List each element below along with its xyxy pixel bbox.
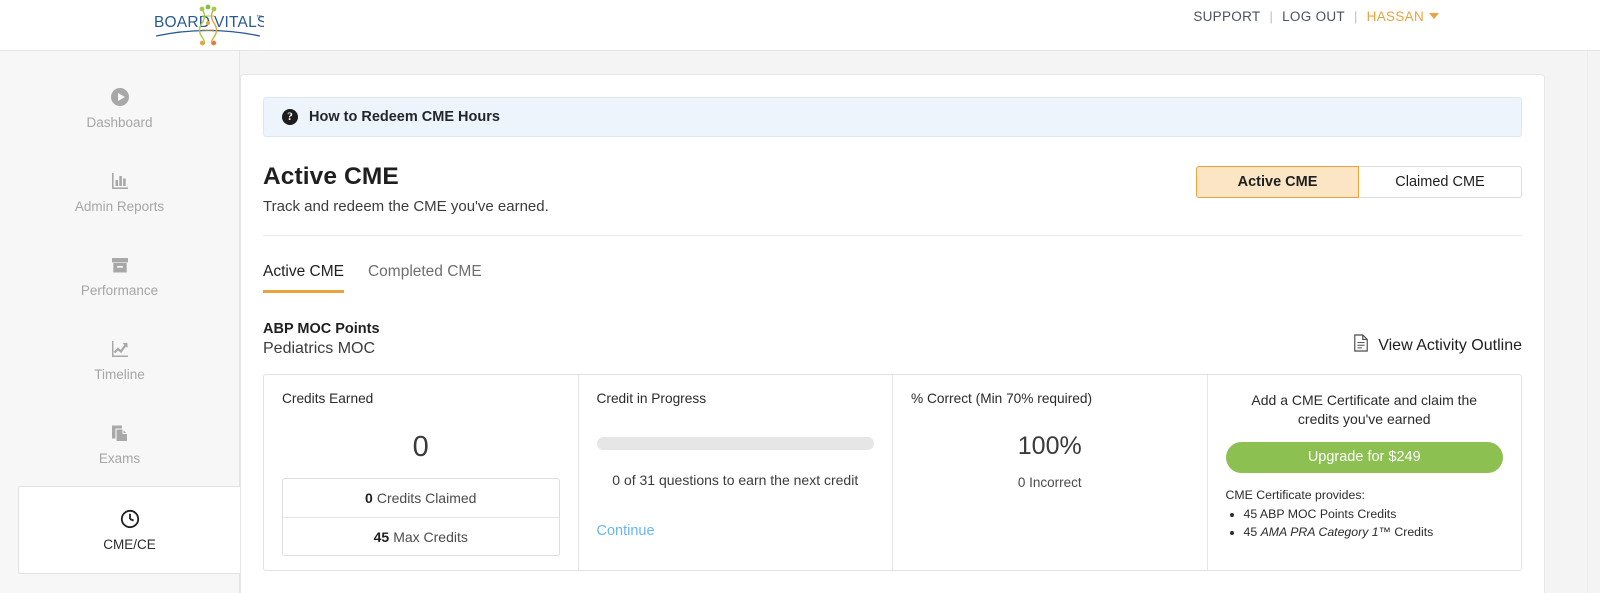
logo-svg: BOARD VITALS ™	[154, 4, 267, 46]
certificate-provides: CME Certificate provides: 45 ABP MOC Poi…	[1226, 488, 1504, 542]
page-subtitle: Track and redeem the CME you've earned.	[263, 198, 549, 215]
credit-progress-text: 0 of 31 questions to earn the next credi…	[612, 472, 859, 488]
sidebar-item-dashboard[interactable]: Dashboard	[0, 66, 239, 150]
nav-user-menu[interactable]: HASSAN	[1358, 9, 1448, 24]
view-activity-outline-link[interactable]: View Activity Outline	[1353, 334, 1522, 358]
clock-icon	[119, 508, 141, 530]
credits-claimed-label: Credits Claimed	[376, 490, 477, 506]
top-nav: SUPPORT | LOG OUT | HASSAN	[1184, 9, 1448, 24]
credits-claimed-value: 0	[365, 490, 373, 506]
upgrade-button[interactable]: Upgrade for $249	[1225, 441, 1503, 473]
bar-chart-icon	[109, 170, 131, 192]
vertical-scrollbar[interactable]	[1587, 51, 1600, 593]
toggle-claimed-cme[interactable]: Claimed CME	[1359, 166, 1522, 198]
list-item: 45 ABP MOC Points Credits	[1244, 505, 1504, 523]
sidebar: Dashboard Admin Reports Performance Time…	[0, 51, 240, 593]
document-outline-icon	[1353, 334, 1369, 357]
provides-item-suffix: ™ Credits	[1378, 525, 1434, 540]
sidebar-item-label: Timeline	[94, 367, 145, 382]
card-credit-in-progress: Credit in Progress 0 of 31 questions to …	[577, 375, 893, 570]
sidebar-item-admin-reports[interactable]: Admin Reports	[0, 150, 239, 234]
credit-progress-bar	[596, 437, 874, 450]
card-credits-earned: Credits Earned 0 0 Credits Claimed 45 Ma…	[264, 375, 578, 570]
page-title-block: Active CME Track and redeem the CME you'…	[263, 163, 549, 215]
credits-earned-value: 0	[412, 431, 429, 463]
credits-breakdown-box: 0 Credits Claimed 45 Max Credits	[282, 478, 560, 556]
sidebar-item-label: Exams	[98, 451, 141, 466]
credits-claimed-row: 0 Credits Claimed	[283, 479, 559, 517]
view-activity-outline-label: View Activity Outline	[1378, 336, 1522, 354]
nav-support[interactable]: SUPPORT	[1184, 9, 1269, 24]
chevron-down-icon	[1429, 13, 1439, 19]
toggle-active-cme[interactable]: Active CME	[1196, 166, 1359, 198]
certificate-provides-heading: CME Certificate provides:	[1225, 487, 1365, 502]
sidebar-item-timeline[interactable]: Timeline	[0, 318, 239, 402]
documents-icon	[109, 422, 131, 444]
max-credits-label: Max Credits	[393, 528, 468, 545]
page-title: Active CME	[263, 163, 399, 190]
sidebar-item-exams[interactable]: Exams	[0, 402, 239, 486]
provides-item-prefix: 45	[1243, 525, 1261, 540]
activity-program: Pediatrics MOC	[263, 340, 376, 357]
sidebar-item-performance[interactable]: Performance	[0, 234, 239, 318]
app-root: BOARD VITALS ™ SUPPORT | LOG OUT | HASSA…	[0, 0, 1600, 593]
trending-up-icon	[109, 338, 131, 360]
nav-log-out[interactable]: LOG OUT	[1273, 9, 1354, 24]
sidebar-item-label: Dashboard	[86, 115, 153, 130]
stat-cards: Credits Earned 0 0 Credits Claimed 45 Ma…	[263, 374, 1522, 571]
max-credits-value: 45	[373, 528, 390, 545]
credits-earned-heading: Credits Earned	[282, 391, 374, 406]
sidebar-item-cme-ce[interactable]: CME/CE	[18, 486, 240, 574]
tab-completed-cme[interactable]: Completed CME	[368, 263, 482, 293]
sidebar-item-label: Admin Reports	[74, 199, 165, 214]
activity-title-block: ABP MOC Points Pediatrics MOC	[263, 321, 380, 358]
upgrade-promo-text: Add a CME Certificate and claim the cred…	[1251, 392, 1478, 427]
svg-text:™: ™	[256, 14, 262, 21]
certificate-provides-list: 45 ABP MOC Points Credits 45 AMA PRA Cat…	[1244, 505, 1504, 542]
incorrect-count: 0 Incorrect	[1017, 475, 1082, 490]
card-upgrade: Add a CME Certificate and claim the cred…	[1206, 375, 1522, 570]
max-credits-row: 45 Max Credits	[283, 517, 559, 555]
archive-box-icon	[109, 254, 131, 276]
title-divider	[263, 235, 1522, 236]
question-mark-circle-icon: ?	[282, 109, 298, 125]
how-to-redeem-label: How to Redeem CME Hours	[309, 109, 500, 125]
list-item: 45 AMA PRA Category 1™ Credits	[1244, 523, 1504, 541]
percent-correct-value: 100%	[1017, 432, 1082, 460]
cme-tabs: Active CME Completed CME	[263, 263, 1522, 293]
provides-item-italic: AMA PRA Category 1	[1260, 525, 1379, 540]
top-bar: BOARD VITALS ™ SUPPORT | LOG OUT | HASSA…	[0, 0, 1600, 51]
how-to-redeem-banner[interactable]: ? How to Redeem CME Hours	[263, 97, 1522, 137]
percent-correct-heading: % Correct (Min 70% required)	[911, 391, 1093, 406]
page-title-row: Active CME Track and redeem the CME you'…	[263, 163, 1522, 215]
activity-header: ABP MOC Points Pediatrics MOC View Activ…	[263, 321, 1522, 358]
sidebar-item-label: CME/CE	[103, 537, 156, 552]
continue-link[interactable]: Continue	[597, 523, 655, 539]
provides-item-text: 45 ABP MOC Points Credits	[1243, 506, 1397, 521]
tab-active-cme[interactable]: Active CME	[263, 263, 344, 293]
boardvitals-logo[interactable]: BOARD VITALS ™	[152, 3, 267, 47]
cme-view-toggle: Active CME Claimed CME	[1196, 166, 1522, 198]
nav-user-label: HASSAN	[1366, 9, 1424, 24]
main-content: ? How to Redeem CME Hours Active CME Tra…	[240, 51, 1600, 593]
activity-name: ABP MOC Points	[263, 321, 380, 337]
credit-in-progress-heading: Credit in Progress	[596, 391, 707, 406]
card-percent-correct: % Correct (Min 70% required) 100% 0 Inco…	[892, 375, 1207, 570]
sidebar-list: Dashboard Admin Reports Performance Time…	[0, 51, 240, 574]
content-panel: ? How to Redeem CME Hours Active CME Tra…	[240, 74, 1545, 593]
play-circle-icon	[109, 86, 131, 108]
sidebar-item-label: Performance	[80, 283, 159, 298]
